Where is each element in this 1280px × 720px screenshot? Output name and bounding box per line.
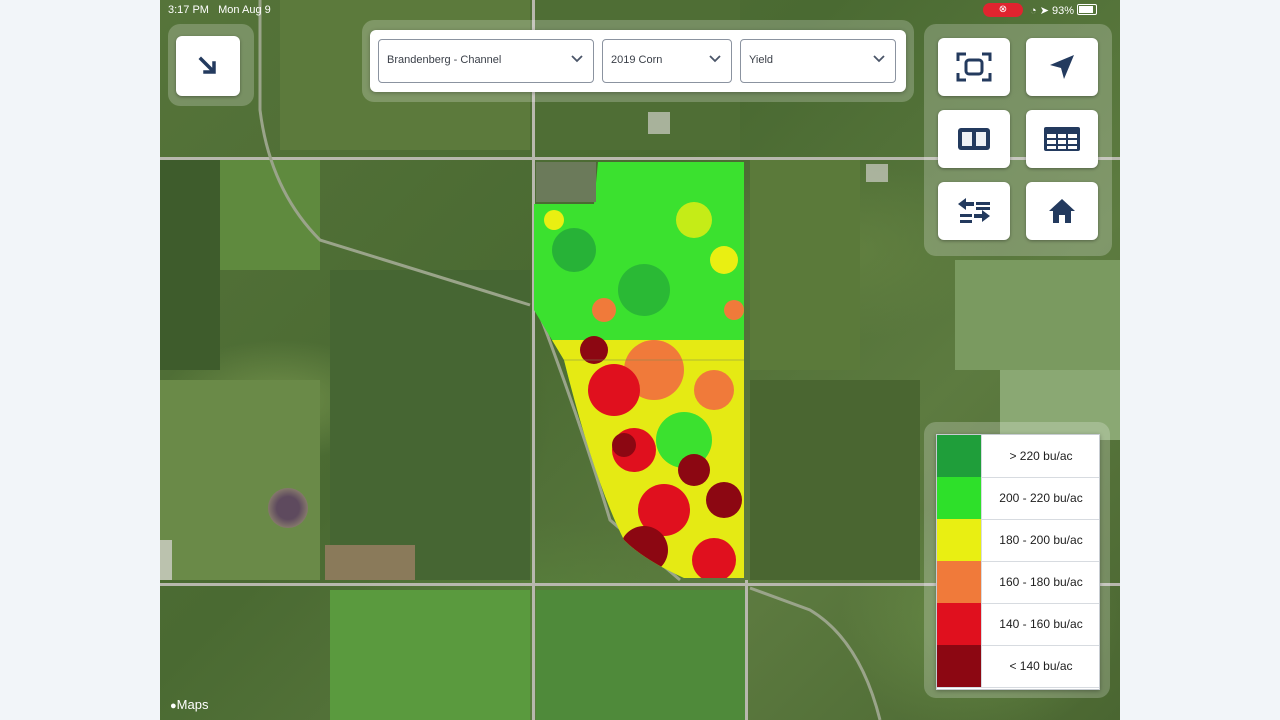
collapse-button[interactable]	[176, 36, 240, 96]
compare-button[interactable]	[938, 110, 1010, 168]
yield-map-field[interactable]	[534, 160, 746, 580]
legend-label: < 140 bu/ac	[981, 645, 1100, 687]
legend-swatch	[937, 645, 981, 687]
farmstead	[866, 164, 888, 182]
farmstead	[648, 112, 670, 134]
legend-item: 160 - 180 bu/ac	[937, 561, 1099, 604]
home-icon	[1049, 199, 1075, 223]
layer-select[interactable]: Yield	[740, 39, 896, 83]
legend-swatch	[937, 477, 981, 519]
wifi-icon: ◔	[1030, 5, 1037, 17]
legend-label: > 220 bu/ac	[981, 435, 1100, 477]
fit-extent-button[interactable]	[938, 38, 1010, 96]
farmstead	[160, 540, 172, 580]
legend-label: 180 - 200 bu/ac	[981, 519, 1100, 561]
legend-swatch	[937, 435, 981, 477]
season-select-value: 2019 Corn	[611, 54, 663, 66]
arrow-down-right-icon	[198, 56, 216, 74]
status-right: ◔ ➤ 93%	[1030, 4, 1098, 17]
legend-item: < 140 bu/ac	[937, 645, 1099, 688]
season-select[interactable]: 2019 Corn	[602, 39, 732, 83]
location-arrow-icon	[1050, 55, 1074, 79]
battery-icon	[1077, 4, 1098, 15]
legend-label: 140 - 160 bu/ac	[981, 603, 1100, 645]
ipad-screen: 3:17 PM Mon Aug 9 ⊗ ◔ ➤ 93% Brandenberg …	[160, 0, 1120, 720]
selector-bar: Brandenberg - Channel 2019 Corn Yield	[370, 30, 906, 92]
split-view-icon	[958, 128, 990, 150]
yield-legend: > 220 bu/ac 200 - 220 bu/ac 180 - 200 bu/a…	[936, 434, 1100, 690]
status-bar: 3:17 PM Mon Aug 9 ⊗ ◔ ➤ 93%	[160, 0, 1120, 20]
locate-button[interactable]	[1026, 38, 1098, 96]
chevron-down-icon	[873, 55, 885, 63]
layers-list-icon	[958, 198, 990, 223]
fit-extent-icon	[956, 52, 992, 82]
legend-label: 200 - 220 bu/ac	[981, 477, 1100, 519]
layers-button[interactable]	[938, 182, 1010, 240]
legend-swatch	[937, 561, 981, 603]
chevron-down-icon	[709, 55, 721, 63]
legend-item: 180 - 200 bu/ac	[937, 519, 1099, 562]
record-icon[interactable]: ⊗	[983, 3, 1023, 17]
home-button[interactable]	[1026, 182, 1098, 240]
chevron-down-icon	[571, 55, 583, 63]
layer-select-value: Yield	[749, 54, 774, 66]
legend-swatch	[937, 519, 981, 561]
field-select[interactable]: Brandenberg - Channel	[378, 39, 594, 83]
table-button[interactable]	[1026, 110, 1098, 168]
legend-label: 160 - 180 bu/ac	[981, 561, 1100, 603]
battery-percent: 93%	[1052, 5, 1075, 17]
field-select-value: Brandenberg - Channel	[387, 54, 502, 66]
location-status-icon: ➤	[1039, 5, 1049, 17]
legend-item: > 220 bu/ac	[937, 435, 1099, 478]
status-time: 3:17 PM Mon Aug 9	[168, 4, 271, 16]
legend-item: 200 - 220 bu/ac	[937, 477, 1099, 520]
legend-swatch	[937, 603, 981, 645]
maps-attribution: ●Maps	[170, 697, 209, 712]
legend-item: 140 - 160 bu/ac	[937, 603, 1099, 646]
apple-logo-icon: ●	[170, 700, 177, 712]
pond	[268, 488, 308, 528]
table-icon	[1044, 127, 1080, 151]
